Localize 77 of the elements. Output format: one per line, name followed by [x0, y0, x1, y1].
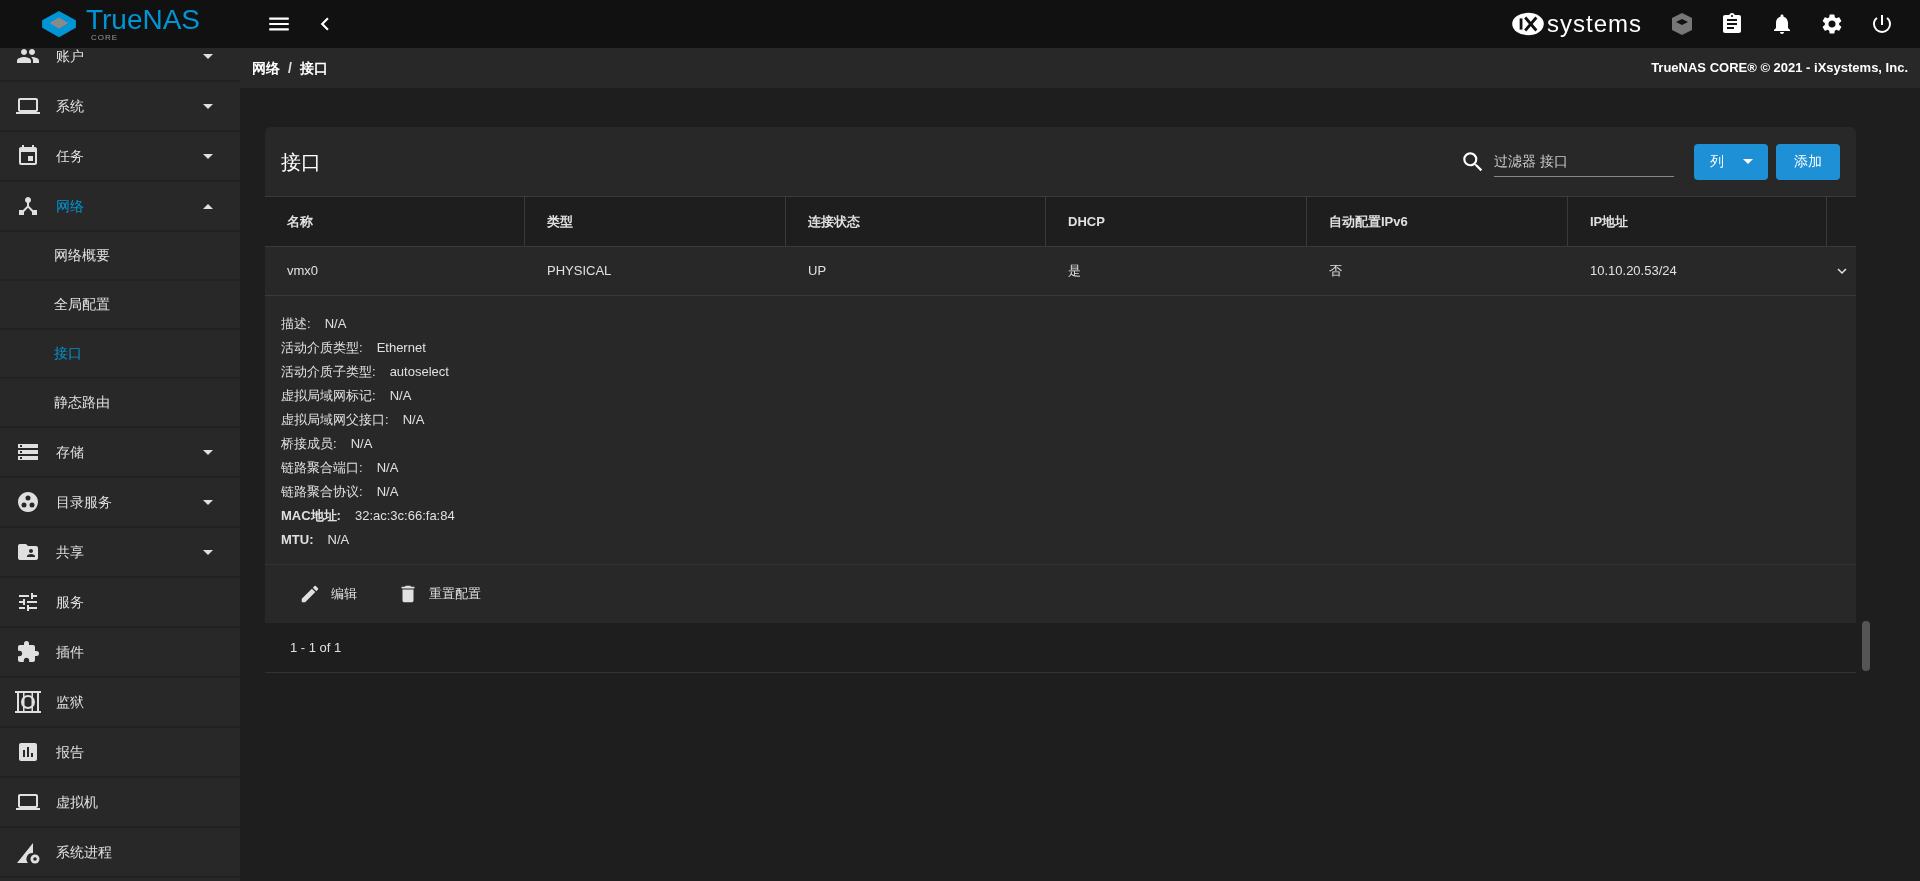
detail-label: 描述:	[281, 315, 311, 334]
stack-icon[interactable]	[1670, 11, 1694, 37]
column-header[interactable]: IP地址	[1590, 211, 1629, 232]
table-cell-text: UP	[807, 262, 828, 281]
detail-value: autoselect	[389, 363, 449, 382]
sidebar-item[interactable]: 插件	[0, 628, 240, 678]
reset-button[interactable]: 重置配置	[397, 583, 481, 605]
table-cell-text: 是	[1067, 262, 1082, 281]
sidebar-item[interactable]: 监狱	[0, 678, 240, 728]
sidebar-item[interactable]: 系统进程	[0, 828, 240, 878]
puzzle-icon	[16, 640, 40, 664]
filter-field[interactable]: 过滤器 接口	[1494, 146, 1674, 177]
sidebar-item[interactable]: 账户	[0, 48, 240, 82]
detail-value: Ethernet	[376, 339, 426, 358]
column-header[interactable]: 名称	[287, 211, 313, 232]
card-title: 接口	[281, 149, 322, 175]
breadcrumb-item[interactable]: 网络	[252, 57, 280, 79]
sidebar-item[interactable]: 目录服务	[0, 478, 240, 528]
sidebar-item[interactable]: 共享	[0, 528, 240, 578]
detail-value: N/A	[350, 435, 373, 454]
detail-value: N/A	[402, 411, 425, 430]
column-header[interactable]: 连接状态	[808, 211, 860, 232]
pencil-icon	[299, 583, 321, 605]
jail-icon	[14, 690, 42, 714]
detail-value: N/A	[389, 387, 412, 406]
sidebar-item[interactable]: 网络	[0, 182, 240, 232]
power-icon[interactable]	[1870, 12, 1894, 36]
detail-label: 链路聚合协议:	[281, 483, 363, 502]
sliders-icon	[16, 590, 40, 614]
detail-label: 活动介质子类型:	[281, 363, 376, 382]
breadcrumb-separator: /	[288, 58, 292, 78]
sidebar-subitem[interactable]: 静态路由	[0, 379, 240, 428]
scrollbar-thumb[interactable]	[1862, 621, 1870, 671]
table-cell-text: vmx0	[286, 262, 320, 281]
edit-button[interactable]: 编辑	[299, 583, 357, 605]
sidebar-item[interactable]: 任务	[0, 132, 240, 182]
detail-value: N/A	[376, 483, 399, 502]
detail-label: 活动介质类型:	[281, 339, 363, 358]
column-header[interactable]: 类型	[547, 211, 573, 232]
table-cell-text: 10.10.20.53/24	[1589, 262, 1678, 281]
breadcrumb-item[interactable]: 接口	[299, 57, 328, 79]
detail-label: 桥接成员:	[281, 435, 337, 454]
clipboard-icon[interactable]	[1720, 12, 1744, 36]
detail-value: N/A	[327, 531, 350, 550]
calendar-icon	[16, 144, 40, 168]
table-cell-text: 否	[1328, 262, 1343, 281]
brand-text: systems	[1547, 9, 1642, 39]
detail-value: 32:ac:3c:66:fa:84	[354, 507, 455, 526]
detail-label: 链路聚合端口:	[281, 459, 363, 478]
sidebar-item[interactable]: 存储	[0, 428, 240, 478]
sidebar-item[interactable]: 报告	[0, 728, 240, 778]
logo-icon	[39, 9, 78, 39]
sidebar-item[interactable]: 服务	[0, 578, 240, 628]
caret-icon	[1743, 159, 1753, 164]
directory-icon	[16, 490, 40, 514]
brand-logo-icon	[1511, 11, 1545, 37]
detail-value: N/A	[324, 315, 347, 334]
detail-label: 虚拟局域网标记:	[281, 387, 376, 406]
sidebar-subitem[interactable]: 全局配置	[0, 281, 240, 330]
chart-icon	[16, 740, 40, 764]
table-cell-text: PHYSICAL	[546, 262, 613, 281]
sidebar-item[interactable]: 系统	[0, 82, 240, 132]
network-icon	[16, 194, 40, 218]
logo-text: TrueNAS	[85, 6, 201, 34]
detail-label: 虚拟局域网父接口:	[281, 411, 389, 430]
sidebar-item[interactable]: 虚拟机	[0, 778, 240, 828]
logo-subtext: CORE	[90, 34, 120, 42]
settings-icon[interactable]	[1820, 12, 1844, 36]
detail-value: N/A	[376, 459, 399, 478]
sidebar-subitem[interactable]: 网络概要	[0, 232, 240, 281]
pagination-text: 1 - 1 of 1	[290, 638, 342, 657]
detail-label: MAC地址:	[281, 507, 341, 526]
column-header[interactable]: DHCP	[1068, 211, 1105, 232]
column-header[interactable]: 自动配置IPv6	[1329, 211, 1408, 232]
sidebar-subitem[interactable]: 接口	[0, 330, 240, 379]
detail-label: MTU:	[281, 531, 314, 550]
copyright-text: TrueNAS CORE® © 2021 - iXsystems, Inc.	[1651, 59, 1908, 78]
